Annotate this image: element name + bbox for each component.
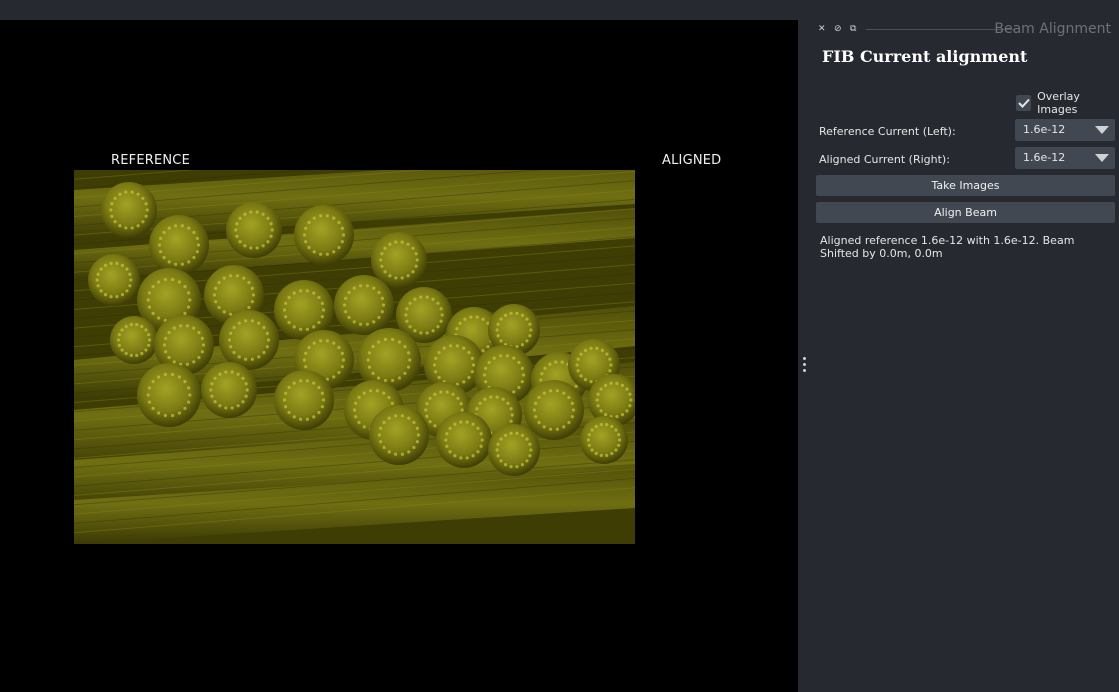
aligned-label: ALIGNED [662,153,722,168]
reference-label: REFERENCE [111,153,191,168]
overlay-images-checkbox[interactable]: Overlay Images [1016,90,1119,116]
aligned-current-select[interactable]: 1.6e-12 [1015,147,1115,169]
overlay-images-label: Overlay Images [1037,90,1080,116]
reference-current-value: 1.6e-12 [1023,123,1066,136]
top-bar [0,0,1119,20]
splitter-handle-icon[interactable] [803,357,807,373]
dock-title: Beam Alignment [994,21,1111,37]
panel-heading: FIB Current alignment [822,47,1028,66]
close-icon[interactable]: ✕ [818,22,826,36]
status-message: Aligned reference 1.6e-12 with 1.6e-12. … [820,234,1075,260]
title-divider [866,29,1014,30]
dock-title-bar: ✕ ⊘ ⧉ Beam Alignment [818,20,1119,40]
reference-current-select[interactable]: 1.6e-12 [1015,119,1115,141]
float-icon[interactable]: ⊘ [834,22,842,36]
aligned-current-value: 1.6e-12 [1023,151,1066,164]
take-images-button[interactable]: Take Images [816,175,1115,196]
reference-current-label: Reference Current (Left): [819,125,956,138]
chevron-down-icon [1095,154,1109,162]
sem-pollen-image [74,170,635,544]
restore-icon[interactable]: ⧉ [850,22,856,36]
reference-image [74,170,635,544]
align-beam-button[interactable]: Align Beam [816,202,1115,223]
chevron-down-icon [1095,126,1109,134]
aligned-current-label: Aligned Current (Right): [819,153,950,166]
checkbox-checked-icon[interactable] [1016,95,1032,111]
